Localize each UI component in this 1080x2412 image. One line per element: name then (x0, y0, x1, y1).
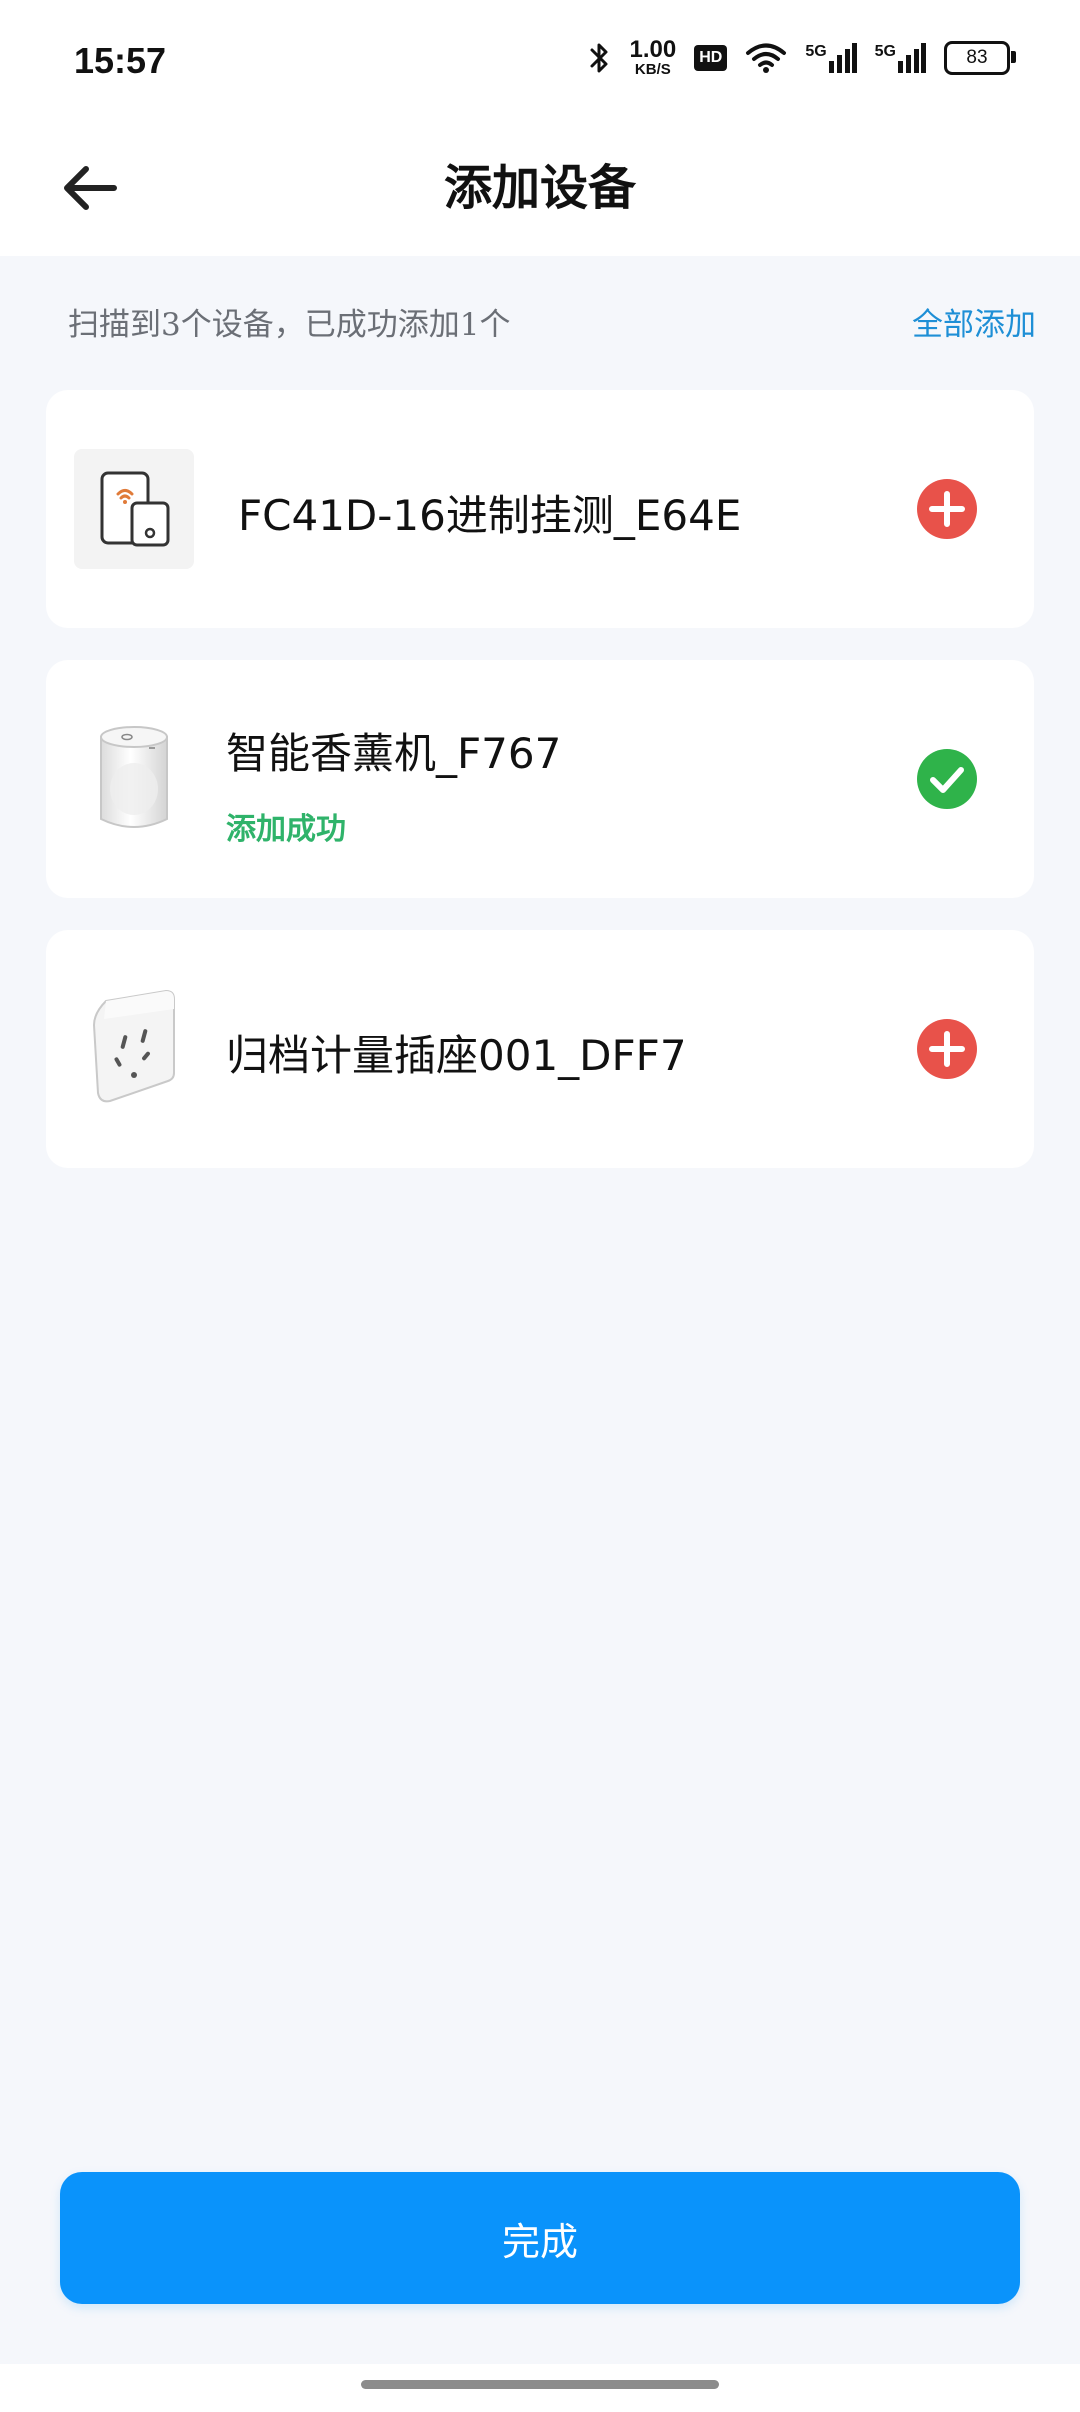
signal-5g-label-2: 5G (874, 42, 896, 60)
scan-summary-text: 扫描到3个设备，已成功添加1个 (68, 306, 511, 343)
summary-row: 扫描到3个设备，已成功添加1个 全部添加 (68, 296, 1036, 346)
header: 添加设备 (0, 120, 1080, 256)
battery-icon: 83 (944, 40, 1016, 75)
add-icon[interactable] (916, 1018, 978, 1080)
signal-5g-label: 5G (805, 42, 827, 60)
status-bar: 15:57 1.00 KB/S HD 5G 5G 83 (0, 0, 1080, 120)
bluetooth-icon (590, 43, 608, 72)
done-button[interactable]: 完成 (60, 2172, 1020, 2304)
signal-bars-icon (828, 42, 857, 73)
aroma-diffuser-image (74, 719, 194, 839)
device-name: FC41D-16进制挂测_E64E (238, 491, 742, 540)
signal-bars-icon-2 (898, 42, 926, 73)
device-name: 归档计量插座001_DFF7 (226, 1031, 687, 1080)
device-list: FC41D-16进制挂测_E64E 智能香薰机_F767 添加成功 归档计量插座… (46, 390, 1034, 1200)
page: 15:57 1.00 KB/S HD 5G 5G 83 添加设备 扫描到3个设备… (0, 0, 1080, 2412)
device-card[interactable]: 归档计量插座001_DFF7 (46, 930, 1034, 1168)
status-time: 15:57 (74, 40, 167, 81)
add-icon[interactable] (916, 478, 978, 540)
net-speed: 1.00 KB/S (629, 36, 677, 78)
device-name: 智能香薰机_F767 (226, 729, 562, 778)
device-card[interactable]: FC41D-16进制挂测_E64E (46, 390, 1034, 628)
add-all-button[interactable]: 全部添加 (912, 299, 1036, 344)
signal-5g-icon-2: 5G (874, 42, 926, 73)
status-icons: 1.00 KB/S HD 5G 5G 83 (587, 36, 1016, 78)
check-icon (917, 749, 977, 809)
device-status: 添加成功 (226, 812, 346, 847)
page-title: 添加设备 (443, 160, 636, 216)
device-card[interactable]: 智能香薰机_F767 添加成功 (46, 660, 1034, 898)
signal-5g-icon: 5G (805, 42, 857, 73)
home-indicator[interactable] (361, 2380, 719, 2389)
smart-plug-image (74, 989, 194, 1109)
battery-level: 83 (966, 46, 988, 68)
net-speed-unit: KB/S (634, 61, 671, 78)
wifi-icon (746, 43, 787, 73)
navigation-bar (0, 2364, 1080, 2412)
net-speed-value: 1.00 (629, 36, 677, 63)
hd-voice-icon: HD (694, 44, 728, 71)
phone-tablet-icon (74, 449, 194, 569)
